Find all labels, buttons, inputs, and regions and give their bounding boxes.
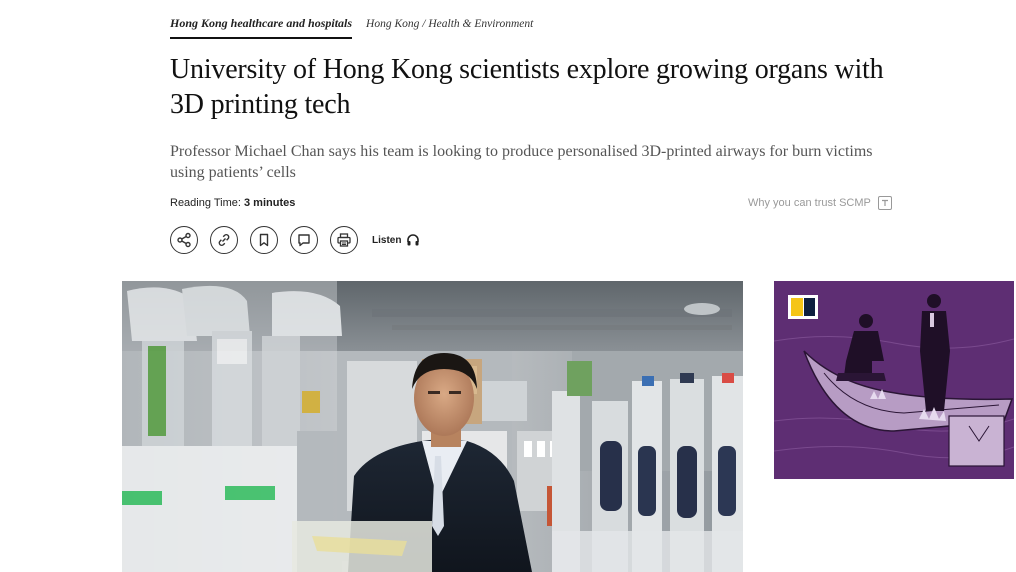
promo-illustration[interactable] [774,281,1014,479]
listen-label: Listen [372,234,402,246]
trust-link[interactable]: Why you can trust SCMP [748,196,892,210]
reading-time-label: Reading Time: [170,197,241,209]
logo-navy-block [804,298,815,316]
print-button[interactable] [330,226,358,254]
logo-yellow-block [791,298,803,316]
tag-primary-topic[interactable]: Hong Kong healthcare and hospitals [170,16,353,39]
lab-photo [122,281,743,572]
comment-button[interactable] [290,226,318,254]
info-icon[interactable] [877,196,892,210]
print-icon [337,233,351,247]
tag-section[interactable]: Hong Kong / Health & Environment [366,18,533,30]
share-icon [177,232,191,248]
link-icon [218,234,230,246]
comment-icon [298,234,310,247]
copy-link-button[interactable] [210,226,238,254]
trust-link-label[interactable]: Why you can trust SCMP [748,197,871,209]
bookmark-button[interactable] [250,226,278,254]
article-headline: University of Hong Kong scientists explo… [170,54,884,120]
reading-time: Reading Time: 3 minutes [170,197,295,209]
share-button[interactable] [170,226,198,254]
listen-button[interactable]: Listen [372,233,420,247]
reading-time-value: 3 minutes [244,197,296,209]
headphones-icon [407,234,420,246]
bookmark-icon [259,233,269,247]
article-hero-image[interactable] [122,281,743,572]
article-action-bar: Listen [170,226,420,254]
topic-tags: Hong Kong healthcare and hospitals Hong … [170,16,533,39]
promo-artwork [774,281,1014,479]
article-subheadline: Professor Michael Chan says his team is … [170,143,873,181]
